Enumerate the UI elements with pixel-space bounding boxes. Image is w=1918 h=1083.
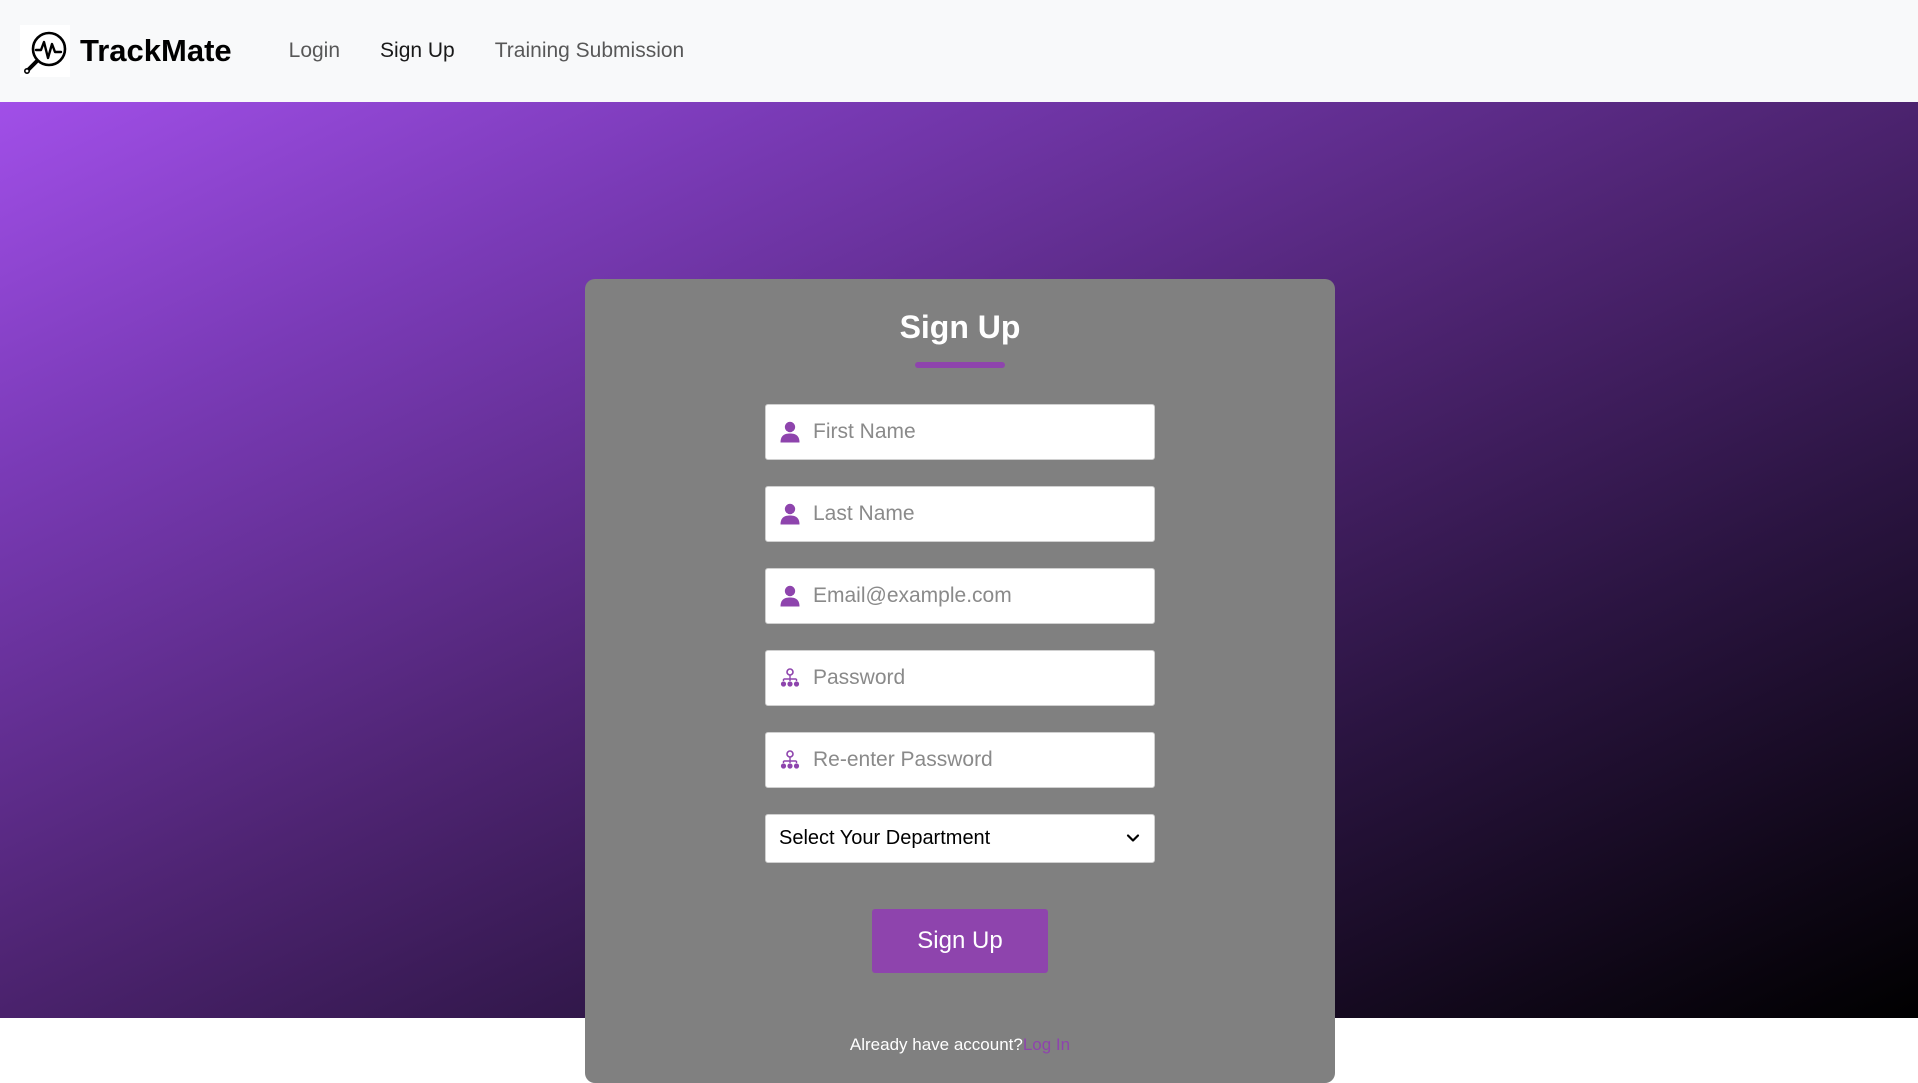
department-select[interactable]: Select Your Department [765,814,1155,863]
page-background: Sign Up First Name Last Name Email@examp… [0,102,1918,1083]
confirm-password-input[interactable] [813,748,1133,772]
email-field[interactable] [765,568,1155,624]
user-icon [779,420,801,444]
department-select-value: Select Your Department [779,827,991,849]
sign-up-button[interactable]: Sign Up [872,909,1048,973]
users-hierarchy-icon [779,748,801,772]
nav-link-login[interactable]: Login [289,39,340,63]
password-input[interactable] [813,666,1133,690]
chevron-down-icon [1126,830,1140,848]
signup-card: Sign Up First Name Last Name Email@examp… [585,279,1335,1083]
first-name-field[interactable] [765,404,1155,460]
nav-link-sign-up[interactable]: Sign Up [380,39,455,63]
login-link[interactable]: Log In [1023,1035,1070,1054]
title-underline [915,362,1005,368]
brand-link[interactable]: TrackMate [20,25,232,77]
form-title: Sign Up [899,309,1021,345]
confirm-password-field[interactable] [765,732,1155,788]
login-prompt: Already have account?Log In [585,1035,1335,1055]
login-prompt-text: Already have account? [849,1035,1023,1054]
nav-links: Login Sign Up Training Submission [289,39,725,63]
user-icon [779,502,801,526]
first-name-input[interactable] [813,420,1133,444]
email-input[interactable] [813,584,1133,608]
password-field[interactable] [765,650,1155,706]
last-name-input[interactable] [813,502,1133,526]
nav-link-training-submission[interactable]: Training Submission [495,39,684,63]
last-name-field[interactable] [765,486,1155,542]
heartbeat-magnifier-icon [20,25,70,77]
brand-name: TrackMate [80,33,232,68]
users-hierarchy-icon [779,666,801,690]
navbar: TrackMate Login Sign Up Training Submiss… [0,0,1918,102]
user-icon [779,584,801,608]
